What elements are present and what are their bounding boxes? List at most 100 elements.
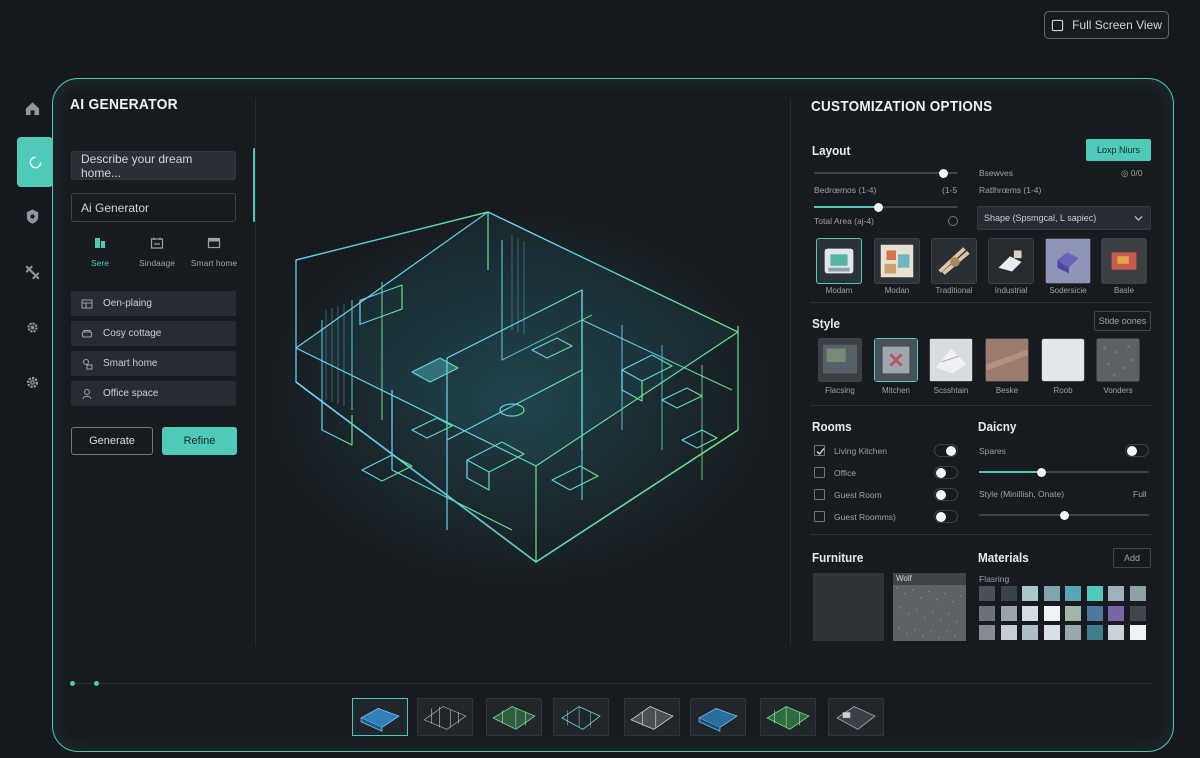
preset-smart-home[interactable]: Smart home [71,351,236,376]
material-beske[interactable] [985,338,1029,382]
material-swatch[interactable] [1108,625,1124,640]
material-swatch[interactable] [979,625,995,640]
material-swatch[interactable] [1022,625,1038,640]
layout-action-button[interactable]: Loxp Niurs [1086,139,1151,161]
material-swatch[interactable] [1065,586,1081,601]
bedrooms-range: (1-5 [942,185,958,195]
gear-icon[interactable] [14,309,50,345]
home-icon[interactable] [14,90,50,126]
mode-sindaage[interactable]: Sindaage [129,236,185,268]
variant-thumbnail-6[interactable] [690,698,746,736]
material-swatch[interactable] [1000,586,1017,601]
badge-icon[interactable] [14,198,50,234]
generator-input-value: Ai Generator [81,200,150,215]
material-swatch[interactable] [1022,586,1038,601]
style-slider[interactable] [979,510,1149,520]
material-swatch[interactable] [1086,625,1103,640]
generate-button[interactable]: Generate [71,427,153,455]
material-swatch[interactable] [1065,625,1081,640]
material-swatch[interactable] [1022,605,1038,621]
shape-select[interactable]: Shape (Spsmgcal, L sapiec) [977,206,1151,230]
style-action-button[interactable]: Stide oones [1094,311,1151,331]
variant-thumbnail-1[interactable] [352,698,408,736]
timeline-track[interactable] [70,683,1152,684]
layout-style-modan[interactable] [874,238,920,284]
materials-title: Materials [978,550,1029,565]
room-label: Guest Roomms) [834,512,896,522]
material-swatch[interactable] [1086,605,1103,621]
layout-style-industrial[interactable] [988,238,1034,284]
spares-slider[interactable] [979,467,1149,477]
room-toggle[interactable] [934,510,958,523]
variant-thumbnail-4[interactable] [553,698,609,736]
materials-add-button[interactable]: Add [1113,548,1151,568]
full-screen-view-label: Full Screen View [1072,18,1162,32]
preset-label: Cosy cottage [103,328,162,339]
refine-button[interactable]: Refine [162,427,237,455]
material-swatch[interactable] [979,586,995,601]
isometric-house-model [260,210,780,590]
slider-knob[interactable] [1059,510,1069,520]
room-toggle[interactable] [934,444,958,457]
tools-icon[interactable] [14,254,50,290]
total-area-radio[interactable] [948,216,958,226]
room-toggle[interactable] [934,466,958,479]
material-swatch[interactable] [1108,605,1124,621]
generator-input[interactable]: Ai Generator [71,193,236,222]
material-swatch[interactable] [1108,586,1124,601]
material-swatch[interactable] [1129,625,1146,640]
preset-open-plan[interactable]: Oen-plaing [71,291,236,316]
slider-knob[interactable] [874,202,884,212]
material-swatch[interactable] [1065,605,1081,621]
prompt-input[interactable]: Describe your dream home... [71,151,236,180]
material-swatch[interactable] [1000,625,1017,640]
window-icon [207,237,221,249]
preset-office-space[interactable]: Office space [71,381,236,406]
material-swatch[interactable] [1129,605,1146,621]
variant-thumbnail-3[interactable] [486,698,542,736]
material-swatch[interactable] [1043,605,1060,621]
room-checkbox[interactable] [814,489,825,500]
material-swatch[interactable] [1086,586,1103,601]
layout-style-traditional[interactable] [931,238,977,284]
material-flacsing[interactable] [818,338,862,382]
texture-pattern [893,573,966,641]
layout-style-sodersicie[interactable] [1045,238,1091,284]
material-swatch[interactable] [979,605,995,621]
timeline-dot[interactable] [70,681,75,686]
timeline-dot[interactable] [94,681,99,686]
variant-thumbnail-7[interactable] [760,698,816,736]
mode-smart-home[interactable]: Smart home [186,236,242,268]
3d-floorplan-viewport[interactable] [260,100,782,670]
material-mitchen[interactable] [874,338,918,382]
material-vonders[interactable] [1096,338,1140,382]
material-swatch[interactable] [1043,625,1060,640]
preset-cosy-cottage[interactable]: Cosy cottage [71,321,236,346]
layout-style-modern[interactable] [816,238,862,284]
material-swatch[interactable] [1043,586,1060,601]
material-scsshtain[interactable] [929,338,973,382]
bedrooms-slider[interactable] [814,202,958,212]
generator-nav-icon[interactable] [17,137,53,187]
material-roob[interactable] [1041,338,1085,382]
full-screen-view-button[interactable]: Full Screen View [1044,11,1169,39]
furniture-swatch-dark[interactable] [813,573,884,641]
room-checkbox[interactable] [814,467,825,478]
slider-knob[interactable] [1037,467,1047,477]
room-checkbox-checked[interactable] [814,445,825,456]
layout-top-slider[interactable] [814,168,958,178]
slider-knob[interactable] [939,168,949,178]
variant-thumbnail-8[interactable] [828,698,884,736]
layout-style-basle[interactable] [1101,238,1147,284]
furniture-swatch-wolf[interactable]: Wolf [893,573,966,641]
settings-icon[interactable] [14,364,50,400]
material-swatch[interactable] [1129,586,1146,601]
variant-thumbnail-5[interactable] [624,698,680,736]
mode-label: Sindaage [139,258,175,268]
variant-thumbnail-2[interactable] [417,698,473,736]
room-checkbox[interactable] [814,511,825,522]
mode-sere[interactable]: Sere [72,236,128,268]
material-swatch[interactable] [1000,605,1017,621]
spares-toggle[interactable] [1125,444,1149,457]
room-toggle[interactable] [934,488,958,501]
